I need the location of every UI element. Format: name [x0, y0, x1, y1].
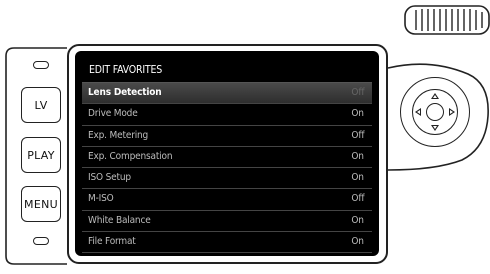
menu-row-lens-detection[interactable]: Lens Detection Off — [82, 83, 372, 105]
menu-item-label: M-ISO — [88, 193, 114, 205]
menu-item-label: Exp. Metering — [88, 129, 149, 141]
menu-item-value: On — [351, 108, 365, 120]
menu-item-label: ISO Setup — [88, 172, 131, 184]
arrow-up-icon[interactable] — [431, 93, 439, 99]
menu-item-label: Exp. Compensation — [88, 150, 173, 162]
top-indicator-button[interactable] — [33, 61, 49, 69]
menu-item-label: Lens Detection — [88, 87, 162, 98]
arrow-left-icon[interactable] — [415, 108, 421, 116]
menu-row-white-balance[interactable]: White Balance On — [82, 211, 372, 233]
pad-center-button[interactable] — [426, 103, 444, 121]
menu-item-value: On — [351, 150, 365, 162]
menu-row-iso-setup[interactable]: ISO Setup On — [82, 168, 372, 190]
arrow-down-icon[interactable] — [431, 125, 439, 131]
menu-button[interactable]: MENU — [21, 186, 61, 222]
thumb-dial-icon[interactable] — [404, 5, 490, 35]
menu-row-exp-compensation[interactable]: Exp. Compensation On — [82, 147, 372, 169]
menu-item-label: File Format — [88, 236, 136, 248]
menu-item-value: On — [351, 214, 365, 226]
menu-item-label: Drive Mode — [88, 108, 138, 120]
menu-item-value: Off — [351, 129, 364, 141]
menu-title: EDIT FAVORITES — [89, 64, 163, 76]
lcd-screen: EDIT FAVORITES Lens Detection Off Drive … — [75, 51, 379, 256]
arrow-right-icon[interactable] — [449, 108, 455, 116]
menu-item-value: Off — [351, 193, 364, 205]
favorites-menu-list: Lens Detection Off Drive Mode On Exp. Me… — [82, 82, 372, 254]
bottom-indicator-button[interactable] — [33, 237, 49, 245]
menu-row-file-format[interactable]: File Format On — [82, 232, 372, 254]
menu-item-label: White Balance — [88, 214, 151, 226]
menu-item-value: On — [351, 172, 365, 184]
menu-row-exp-metering[interactable]: Exp. Metering Off — [82, 126, 372, 147]
menu-row-m-iso[interactable]: M-ISO Off — [82, 189, 372, 211]
play-button[interactable]: PLAY — [21, 137, 61, 173]
lv-button[interactable]: LV — [21, 87, 61, 123]
menu-row-drive-mode[interactable]: Drive Mode On — [82, 104, 372, 126]
menu-item-value: On — [351, 236, 365, 248]
menu-item-value: Off — [351, 87, 364, 98]
